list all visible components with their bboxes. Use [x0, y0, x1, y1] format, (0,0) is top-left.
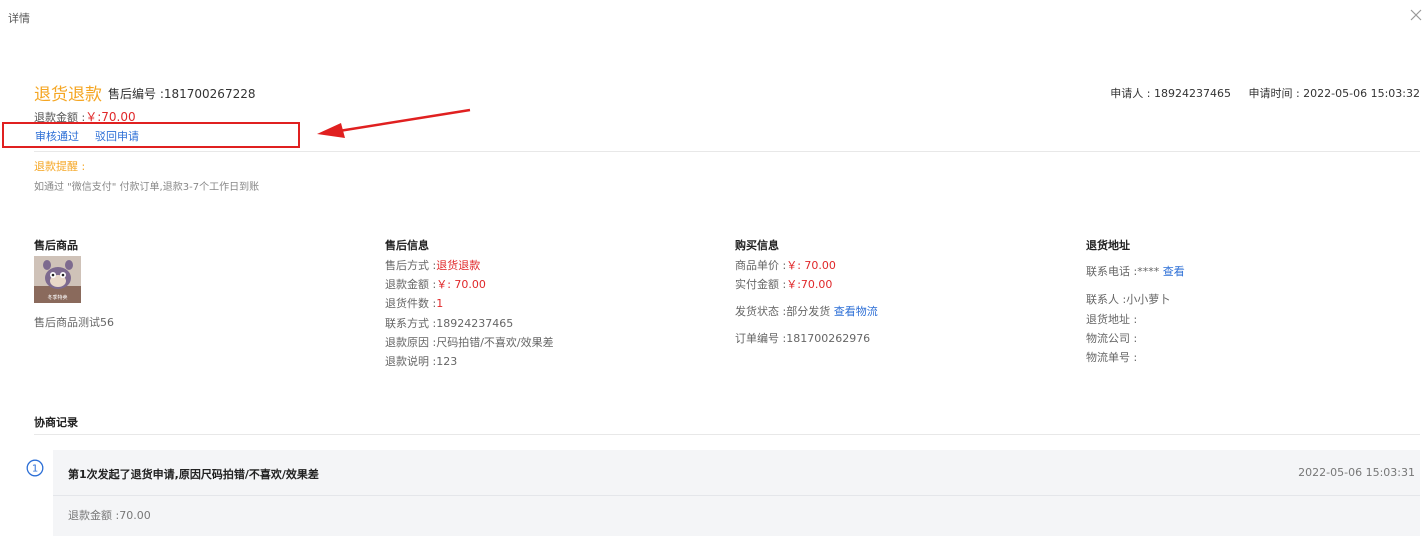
negotiation-heading: 协商记录 — [34, 416, 78, 429]
after-sale-number-label: 售后编号 : — [108, 87, 164, 101]
dialog-title: 详情 — [8, 12, 30, 25]
record-index: 1 — [32, 464, 38, 475]
after-sale-count: 退货件数 :1 — [385, 295, 443, 311]
after-sale-method: 售后方式 :退货退款 — [385, 257, 480, 273]
view-logistics-link[interactable]: 查看物流 — [834, 305, 878, 318]
order-number: 订单编号 :181700262976 — [735, 330, 870, 346]
approve-button[interactable]: 审核通过 — [35, 128, 79, 144]
after-sale-method-label: 售后方式 : — [385, 259, 437, 272]
record-title: 第1次发起了退货申请,原因尺码拍错/不喜欢/效果差 — [68, 468, 319, 481]
return-phone: 联系电话 :**** 查看 — [1086, 263, 1185, 279]
annotation-arrow — [317, 108, 471, 138]
product-image[interactable]: 冬季特卖 — [34, 256, 81, 303]
after-sale-count-label: 退货件数 : — [385, 297, 437, 310]
tracking-number: 物流单号 : — [1086, 351, 1138, 364]
paid-amount-value: ￥:70.00 — [786, 278, 833, 291]
return-contact: 联系人 :小小萝卜 — [1086, 291, 1170, 307]
paid-amount-label: 实付金额 : — [735, 278, 787, 291]
after-sale-type: 退货退款 — [34, 85, 102, 105]
unit-price: 商品单价 :￥: 70.00 — [735, 257, 836, 273]
apply-time-label: 申请时间 : — [1248, 87, 1300, 100]
after-sale-number: 售后编号 :181700267228 — [108, 85, 255, 102]
negotiation-record — [53, 450, 1420, 536]
refund-reminder-text: 如通过 "微信支付" 付款订单,退款3-7个工作日到账 — [34, 182, 260, 193]
after-sale-method-value: 退货退款 — [436, 259, 481, 272]
product-heading: 售后商品 — [34, 239, 78, 252]
record-detail: 退款金额 :70.00 — [68, 509, 151, 522]
after-sale-reason: 退款原因 :尺码拍错/不喜欢/效果差 — [385, 334, 554, 350]
after-sale-note-label: 退款说明 : — [385, 355, 437, 368]
after-sale-amount: 退款金额 :￥: 70.00 — [385, 276, 486, 292]
purchase-heading: 购买信息 — [735, 239, 779, 252]
applicant-label: 申请人 : — [1110, 87, 1151, 100]
order-number-value: 181700262976 — [786, 332, 871, 345]
logistics-company: 物流公司 : — [1086, 332, 1138, 345]
after-sale-reason-value: 尺码拍错/不喜欢/效果差 — [436, 336, 554, 349]
after-sale-number-value: 181700267228 — [163, 87, 256, 101]
after-sale-reason-label: 退款原因 : — [385, 336, 437, 349]
apply-time-value: 2022-05-06 15:03:32 — [1303, 87, 1420, 100]
product-image-caption: 冬季特卖 — [47, 294, 67, 301]
order-number-label: 订单编号 : — [735, 332, 787, 345]
header-divider — [34, 151, 1420, 152]
refund-reminder-title: 退款提醒 : — [34, 160, 86, 173]
after-sale-note: 退款说明 :123 — [385, 353, 457, 369]
return-phone-value: **** — [1137, 265, 1160, 278]
after-sale-amount-label: 退款金额 : — [385, 278, 437, 291]
applicant-info: 申请人 : 18924237465 申请时间 : 2022-05-06 15:0… — [1110, 85, 1420, 101]
product-name: 售后商品测试56 — [34, 316, 114, 329]
after-sale-contact-label: 联系方式 : — [385, 317, 437, 330]
after-sale-count-value: 1 — [436, 297, 444, 310]
applicant-value: 18924237465 — [1153, 87, 1231, 100]
return-phone-label: 联系电话 : — [1086, 265, 1138, 278]
ship-status-value: 部分发货 — [786, 305, 831, 318]
after-sale-contact-value: 18924237465 — [436, 317, 514, 330]
record-index-icon: 1 — [26, 459, 44, 477]
after-sale-contact: 联系方式 :18924237465 — [385, 315, 513, 331]
reject-button[interactable]: 驳回申请 — [95, 128, 139, 144]
close-icon[interactable] — [1409, 8, 1423, 22]
after-sale-note-value: 123 — [436, 355, 458, 368]
record-divider — [53, 495, 1420, 496]
after-sale-amount-value: ￥: 70.00 — [436, 278, 486, 291]
after-sale-heading: 售后信息 — [385, 239, 429, 252]
return-contact-value: 小小萝卜 — [1126, 293, 1171, 306]
return-address-heading: 退货地址 — [1086, 239, 1130, 252]
return-contact-label: 联系人 : — [1086, 293, 1127, 306]
unit-price-label: 商品单价 : — [735, 259, 787, 272]
view-phone-link[interactable]: 查看 — [1163, 265, 1185, 278]
ship-status-label: 发货状态 : — [735, 305, 787, 318]
return-address: 退货地址 : — [1086, 313, 1138, 326]
negotiation-divider — [34, 434, 1420, 435]
paid-amount: 实付金额 :￥:70.00 — [735, 276, 832, 292]
unit-price-value: ￥: 70.00 — [786, 259, 836, 272]
record-time: 2022-05-06 15:03:31 — [1298, 466, 1415, 479]
ship-status: 发货状态 :部分发货 查看物流 — [735, 303, 878, 319]
